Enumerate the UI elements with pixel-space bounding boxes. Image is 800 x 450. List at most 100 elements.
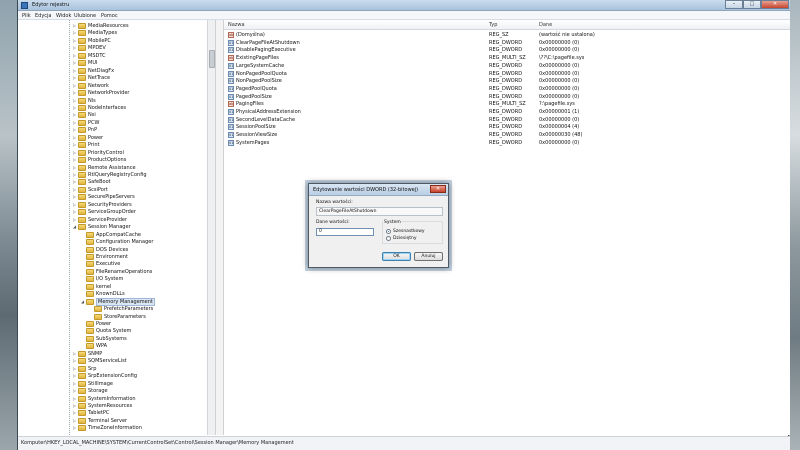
dialog-title: Edytowanie wartości DWORD (32-bitowej) <box>313 187 419 193</box>
folder-icon <box>86 239 94 246</box>
folder-icon <box>78 216 86 223</box>
folder-icon <box>78 30 86 37</box>
menu-bar: Plik Edycja Widok Ulubione Pomoc <box>18 11 790 20</box>
tree-item-label: KnownDLLs <box>96 291 125 298</box>
folder-icon <box>78 52 86 59</box>
hexadecimal-radio-label[interactable]: Szesnastkowy <box>393 229 425 234</box>
tree-item-label: Power <box>96 321 112 327</box>
folder-icon <box>78 75 86 82</box>
tree-item-label: SystemInformation <box>88 395 136 402</box>
binary-value-icon: 01 <box>228 78 234 85</box>
tree-item-label: SubSystems <box>96 335 127 342</box>
column-type[interactable]: Typ <box>489 22 497 28</box>
tree-item-label: NetworkProvider <box>88 90 130 97</box>
binary-value-icon: 01 <box>228 85 234 92</box>
tree-item-label: ScsiPort <box>88 186 108 193</box>
registry-key-tree[interactable]: ▷ MediaResources ▷ MediaTypes ▷ MobilePC ▷ MPDE… <box>18 20 207 435</box>
tree-item-label: FileRenameOperations <box>96 268 153 275</box>
minimize-button[interactable]: – <box>725 0 743 9</box>
tree-item-label: Session Manager <box>88 224 131 231</box>
tree-item-label: SecurePipeServers <box>88 194 135 201</box>
menu-favorites[interactable]: Ulubione <box>74 13 96 19</box>
ok-button[interactable]: OK <box>382 252 411 261</box>
tree-item-label: ServiceProvider <box>88 216 128 223</box>
folder-icon <box>78 380 86 387</box>
close-button[interactable]: ✕ <box>761 0 789 9</box>
hexadecimal-radio[interactable] <box>386 229 391 234</box>
folder-icon <box>86 276 94 283</box>
tree-item-label: MediaResources <box>88 23 129 29</box>
tree-item-label: StillImage <box>88 380 113 387</box>
value-row[interactable]: 01 SystemPages REG_DWORD 0x00000000 (0) <box>224 139 790 147</box>
column-name[interactable]: Nazwa <box>228 22 245 28</box>
value-name-field: ClearPageFileAtShutdown <box>316 207 443 216</box>
folder-icon <box>86 291 94 298</box>
folder-icon <box>86 335 94 342</box>
binary-value-icon: 01 <box>228 139 234 146</box>
menu-edit[interactable]: Edycja <box>35 13 52 19</box>
menu-help[interactable]: Pomoc <box>101 13 118 19</box>
status-bar: Komputer\HKEY_LOCAL_MACHINE\SYSTEM\Curre… <box>18 436 790 450</box>
tree-item-label: ProductOptions <box>88 157 127 164</box>
tree-guide-line <box>69 20 70 435</box>
folder-icon <box>78 179 86 186</box>
folder-icon <box>86 283 94 290</box>
tree-item-label: MSDTC <box>88 52 106 59</box>
folder-icon <box>78 186 86 193</box>
binary-value-icon: 01 <box>228 70 234 77</box>
tree-item-label: Executive <box>96 261 121 268</box>
edit-dword-dialog: Edytowanie wartości DWORD (32-bitowej) ✕… <box>308 183 449 268</box>
value-name-label: Nazwa wartości: <box>316 200 353 205</box>
folder-icon <box>78 395 86 402</box>
tree-item-label: RtlQueryRegistryConfig <box>88 172 147 178</box>
dialog-close-button[interactable]: ✕ <box>430 185 446 193</box>
title-bar[interactable]: Edytor rejestru – □ ✕ <box>18 0 790 11</box>
folder-icon <box>78 112 86 119</box>
tree-item-label: Srp <box>88 365 97 372</box>
tree-item-label: AppCompatCache <box>96 231 141 238</box>
tree-item-label: ServiceGroupOrder <box>88 209 136 216</box>
folder-icon <box>78 201 86 208</box>
binary-value-icon: 01 <box>228 109 234 115</box>
binary-value-icon: 01 <box>228 124 234 131</box>
cancel-button[interactable]: Anuluj <box>414 252 443 261</box>
tree-item-label: Terminal Server <box>88 417 128 424</box>
folder-icon <box>78 194 86 201</box>
tree-item-label: SrpExtensionConfig <box>88 373 137 380</box>
string-value-icon: ab <box>228 101 234 108</box>
tree-item-label: Power <box>88 134 104 141</box>
tree-item-label: SQMServiceList <box>88 358 127 365</box>
tree-item-label: DOS Devices <box>96 246 129 253</box>
regedit-app-icon <box>21 2 28 9</box>
folder-icon <box>78 172 86 178</box>
folder-icon <box>78 67 86 74</box>
folder-icon <box>78 60 86 67</box>
menu-view[interactable]: Widok <box>56 13 71 19</box>
tree-item-label: SNMP <box>88 350 103 357</box>
binary-value-icon: 01 <box>228 39 234 46</box>
tree-item[interactable]: ▷ TimeZoneInformation <box>73 424 142 432</box>
folder-icon <box>78 90 86 97</box>
value-data-input[interactable]: 0 <box>316 228 374 236</box>
folder-icon <box>78 373 86 380</box>
dialog-title-bar[interactable]: Edytowanie wartości DWORD (32-bitowej) ✕ <box>309 184 448 196</box>
menu-file[interactable]: Plik <box>22 13 31 19</box>
decimal-radio-label[interactable]: Dziesiętny <box>393 236 417 241</box>
tree-item-label: StoreParameters <box>104 313 146 320</box>
column-data[interactable]: Dane <box>539 22 552 28</box>
binary-value-icon: 01 <box>228 93 234 100</box>
folder-icon <box>86 261 94 268</box>
tree-item-label: PCW <box>88 119 100 126</box>
folder-icon <box>78 149 86 156</box>
maximize-button[interactable]: □ <box>743 0 761 9</box>
tree-scrollbar[interactable] <box>207 20 215 435</box>
folder-icon <box>78 23 86 29</box>
pane-splitter[interactable] <box>215 20 224 435</box>
binary-value-icon: 01 <box>228 132 234 139</box>
tree-item-label: MediaTypes <box>88 30 118 37</box>
folder-icon <box>78 388 86 395</box>
tree-item-label: MobilePC <box>88 37 111 44</box>
folder-icon <box>78 134 86 141</box>
decimal-radio[interactable] <box>386 236 391 241</box>
folder-icon <box>78 402 86 409</box>
